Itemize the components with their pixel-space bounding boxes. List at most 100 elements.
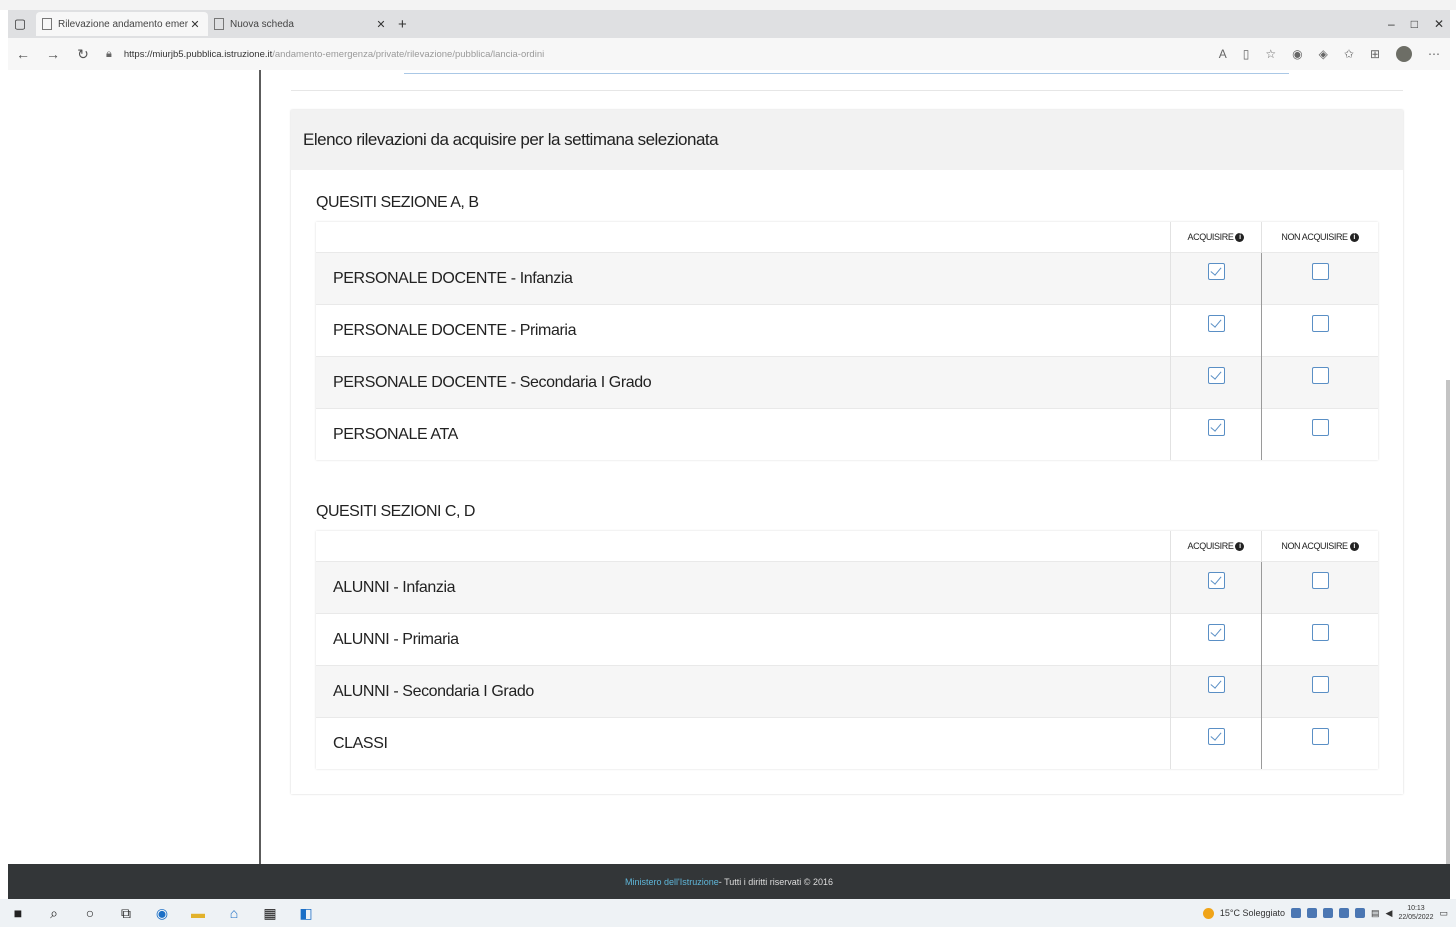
- row-label: ALUNNI - Secondaria I Grado: [316, 665, 1171, 718]
- footer-rights: - Tutti i diritti riservati © 2016: [718, 876, 833, 887]
- browser-tab-active[interactable]: Rilevazione andamento emergo ✕: [36, 12, 208, 36]
- address-bar[interactable]: 🔒︎ https://miurjb5.pubblica.istruzione.i…: [106, 48, 544, 61]
- site-footer: Ministero dell'Istruzione - Tutti i diri…: [8, 864, 1450, 899]
- clock[interactable]: 10:13 22/05/2022: [1398, 904, 1433, 922]
- file-explorer-icon[interactable]: ▬: [180, 905, 216, 921]
- table-sezione-cd: ACQUISIRE i NON ACQUISIRE i ALUNNI - Infan…: [316, 531, 1378, 769]
- acquisire-checkbox[interactable]: [1207, 571, 1225, 589]
- shield-icon[interactable]: ◈: [1319, 47, 1328, 61]
- row-label: PERSONALE DOCENTE - Secondaria I Grado: [316, 356, 1171, 409]
- favorites-icon[interactable]: ✩: [1344, 47, 1354, 61]
- column-header-acquisire: ACQUISIRE i: [1170, 531, 1262, 562]
- table-row: PERSONALE ATA: [316, 408, 1378, 460]
- back-arrow-icon[interactable]: ←: [8, 46, 38, 62]
- non-acquisire-checkbox[interactable]: [1311, 262, 1329, 280]
- extension-icon[interactable]: ◉: [1292, 47, 1302, 61]
- tab-actions-icon[interactable]: ▢: [8, 12, 32, 36]
- task-view-icon[interactable]: ⧉: [108, 905, 144, 922]
- non-acquisire-checkbox[interactable]: [1311, 418, 1329, 436]
- browser-tools: A ▯ ☆ ◉ ◈ ✩ ⊞ ⋯: [1219, 38, 1440, 70]
- tray-app-icon[interactable]: [1339, 908, 1349, 918]
- row-label: ALUNNI - Infanzia: [316, 561, 1171, 614]
- lock-icon: 🔒︎: [106, 47, 112, 60]
- non-acquisire-checkbox[interactable]: [1311, 314, 1329, 332]
- row-label: PERSONALE DOCENTE - Infanzia: [316, 252, 1171, 305]
- edge-browser-icon[interactable]: ◉: [144, 905, 180, 922]
- acquisire-checkbox[interactable]: [1207, 262, 1225, 280]
- acquisire-checkbox[interactable]: [1207, 314, 1225, 332]
- tray-app-icon[interactable]: [1323, 908, 1333, 918]
- calculator-icon[interactable]: ▦: [252, 905, 288, 922]
- section-title-cd: QUESITI SEZIONI C, D: [316, 503, 475, 520]
- acquisire-checkbox[interactable]: [1207, 366, 1225, 384]
- acquisire-checkbox[interactable]: [1207, 418, 1225, 436]
- table-header-label: [316, 222, 1171, 253]
- table-row: ALUNNI - Primaria: [316, 613, 1378, 666]
- web-page: Elenco rilevazioni da acquisire per la s…: [8, 70, 1450, 864]
- system-tray: 15°C Soleggiato ▤ ◀ 10:13 22/05/2022 ▭: [1202, 899, 1448, 927]
- minimize-icon[interactable]: –: [1388, 17, 1395, 31]
- browser-toolbar: ← → ↻ 🔒︎ https://miurjb5.pubblica.istruz…: [8, 38, 1450, 71]
- close-tab-icon[interactable]: ✕: [374, 18, 388, 31]
- tab-title: Rilevazione andamento emergo: [58, 18, 188, 30]
- close-window-icon[interactable]: ✕: [1434, 17, 1444, 31]
- weather-text[interactable]: 15°C Soleggiato: [1220, 908, 1285, 918]
- table-row: CLASSI: [316, 717, 1378, 769]
- info-icon[interactable]: i: [1235, 542, 1245, 552]
- refresh-icon[interactable]: ↻: [68, 46, 98, 63]
- add-favorite-icon[interactable]: ☆: [1265, 47, 1276, 61]
- non-acquisire-checkbox[interactable]: [1311, 623, 1329, 641]
- info-icon[interactable]: i: [1349, 233, 1359, 243]
- non-acquisire-checkbox[interactable]: [1311, 571, 1329, 589]
- row-label: CLASSI: [316, 717, 1171, 769]
- notifications-icon[interactable]: ▭: [1439, 908, 1448, 919]
- profile-avatar[interactable]: [1396, 46, 1412, 62]
- maximize-icon[interactable]: □: [1411, 17, 1418, 31]
- read-aloud-icon[interactable]: A: [1219, 47, 1227, 61]
- non-acquisire-checkbox[interactable]: [1311, 675, 1329, 693]
- table-row: PERSONALE DOCENTE - Infanzia: [316, 252, 1378, 305]
- window-controls: – □ ✕: [1388, 10, 1444, 38]
- info-icon[interactable]: i: [1349, 542, 1359, 552]
- acquisire-checkbox[interactable]: [1207, 675, 1225, 693]
- browser-tab-inactive[interactable]: Nuova scheda ✕: [208, 12, 394, 36]
- clock-date: 22/05/2022: [1398, 914, 1434, 921]
- weather-sun-icon: [1202, 907, 1214, 919]
- left-sidebar: [8, 70, 261, 864]
- browser-tab-bar: ▢ Rilevazione andamento emergo ✕ Nuova s…: [8, 10, 1450, 38]
- table-row: ALUNNI - Secondaria I Grado: [316, 665, 1378, 718]
- info-icon[interactable]: i: [1235, 233, 1245, 243]
- non-acquisire-checkbox[interactable]: [1311, 366, 1329, 384]
- page-scrollbar[interactable]: [1446, 380, 1450, 864]
- tray-app-icon[interactable]: [1355, 908, 1365, 918]
- new-tab-plus-icon[interactable]: +: [398, 16, 407, 33]
- network-icon[interactable]: ▤: [1371, 908, 1380, 919]
- previous-input-edge: [404, 70, 1289, 74]
- footer-ministry-link[interactable]: Ministero dell'Istruzione: [625, 877, 719, 887]
- column-header-non-acquisire: NON ACQUISIRE i: [1261, 531, 1378, 562]
- previous-panel-bottom: [291, 70, 1403, 91]
- acquisire-checkbox[interactable]: [1207, 727, 1225, 745]
- new-tab-page-icon: [214, 18, 224, 30]
- column-header-text: NON ACQUISIRE: [1281, 540, 1348, 551]
- desktop-edge: [0, 0, 1456, 10]
- windows-taskbar: ■ ⌕ ○ ⧉ ◉ ▬ ⌂ ▦ ◧ 15°C Soleggiato ▤ ◀ 10…: [0, 899, 1456, 927]
- windows-start-icon[interactable]: ■: [0, 905, 36, 921]
- tray-app-icon[interactable]: [1307, 908, 1317, 918]
- forward-arrow-icon[interactable]: →: [38, 46, 68, 62]
- tab-title: Nuova scheda: [230, 18, 294, 30]
- cortana-icon[interactable]: ○: [72, 905, 108, 921]
- table-row: PERSONALE DOCENTE - Secondaria I Grado: [316, 356, 1378, 409]
- store-icon[interactable]: ⌂: [216, 905, 252, 921]
- outlook-icon[interactable]: ◧: [288, 905, 324, 922]
- close-tab-icon[interactable]: ✕: [188, 18, 202, 31]
- collections-icon[interactable]: ⊞: [1370, 47, 1380, 61]
- tray-app-icon[interactable]: [1291, 908, 1301, 918]
- more-menu-icon[interactable]: ⋯: [1428, 47, 1440, 61]
- table-header-label: [316, 531, 1171, 562]
- acquisire-checkbox[interactable]: [1207, 623, 1225, 641]
- volume-icon[interactable]: ◀: [1386, 908, 1393, 919]
- immersive-reader-icon[interactable]: ▯: [1243, 47, 1250, 61]
- search-icon[interactable]: ⌕: [36, 905, 72, 922]
- non-acquisire-checkbox[interactable]: [1311, 727, 1329, 745]
